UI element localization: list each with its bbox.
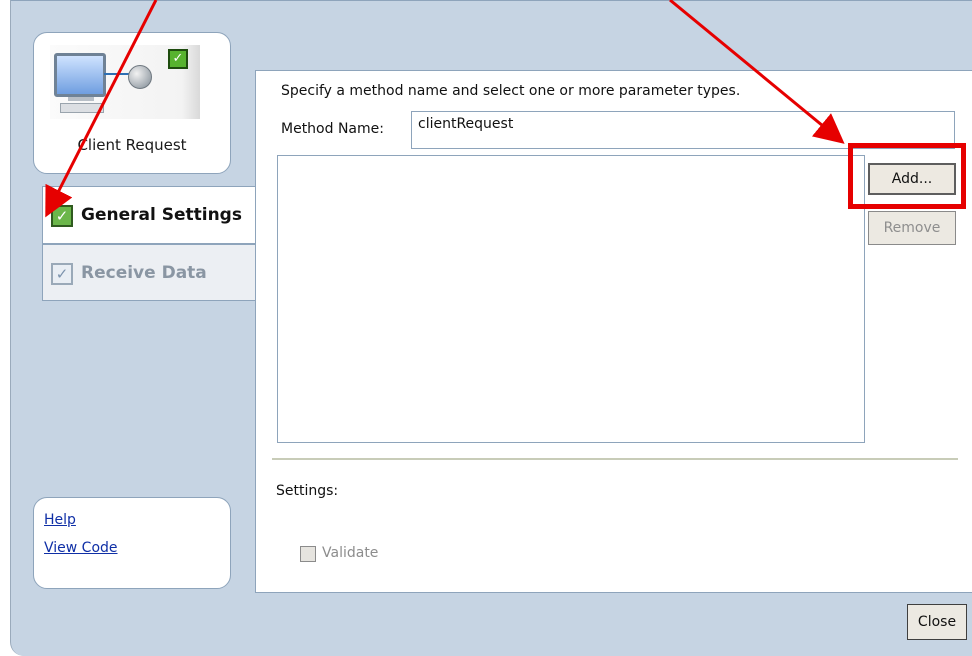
annotation-arrows: [45, 0, 845, 218]
arrow-to-add-button: [669, 0, 845, 144]
arrow-to-general-settings: [45, 0, 158, 218]
